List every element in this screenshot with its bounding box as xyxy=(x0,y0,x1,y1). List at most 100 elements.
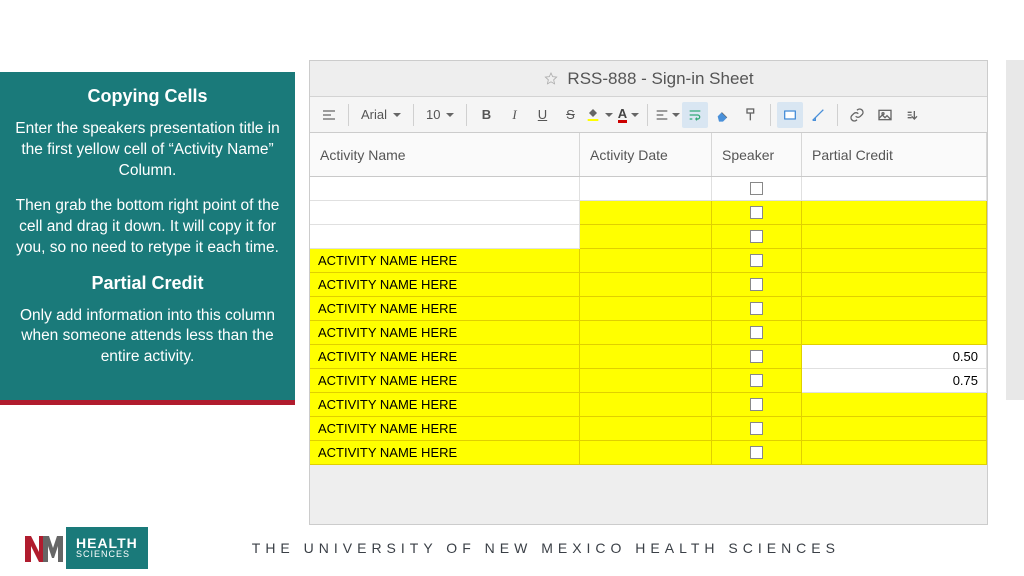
font-family-dropdown[interactable]: Arial xyxy=(355,102,407,128)
cell-speaker[interactable] xyxy=(712,393,802,417)
cell-speaker[interactable] xyxy=(712,273,802,297)
checkbox-icon[interactable] xyxy=(750,206,763,219)
cell-partial-credit[interactable] xyxy=(802,249,987,273)
borders-button[interactable] xyxy=(805,102,831,128)
header-speaker[interactable]: Speaker xyxy=(712,133,802,176)
link-button[interactable] xyxy=(844,102,870,128)
cell-activity-name[interactable] xyxy=(310,201,580,225)
spreadsheet-window: RSS-888 - Sign-in Sheet Arial 10 B I U S xyxy=(309,60,988,525)
footer-text: THE UNIVERSITY OF NEW MEXICO HEALTH SCIE… xyxy=(148,540,1024,556)
cell-speaker[interactable] xyxy=(712,321,802,345)
bold-button[interactable]: B xyxy=(473,102,499,128)
image-button[interactable] xyxy=(872,102,898,128)
scrollbar-thumb[interactable] xyxy=(1006,60,1024,400)
checkbox-icon[interactable] xyxy=(750,182,763,195)
checkbox-icon[interactable] xyxy=(750,398,763,411)
cell-activity-name[interactable]: ACTIVITY NAME HERE xyxy=(310,441,580,465)
insert-button[interactable] xyxy=(900,102,926,128)
checkbox-icon[interactable] xyxy=(750,230,763,243)
cell-speaker[interactable] xyxy=(712,297,802,321)
cell-partial-credit[interactable] xyxy=(802,273,987,297)
cell-partial-credit[interactable]: 0.75 xyxy=(802,369,987,393)
cell-activity-date[interactable] xyxy=(580,369,712,393)
checkbox-icon[interactable] xyxy=(750,302,763,315)
checkbox-icon[interactable] xyxy=(750,350,763,363)
header-activity-date[interactable]: Activity Date xyxy=(580,133,712,176)
cell-activity-name[interactable] xyxy=(310,225,580,249)
cell-speaker[interactable] xyxy=(712,369,802,393)
checkbox-icon[interactable] xyxy=(750,446,763,459)
table-row: ACTIVITY NAME HERE xyxy=(310,273,987,297)
cell-speaker[interactable] xyxy=(712,345,802,369)
checkbox-icon[interactable] xyxy=(750,326,763,339)
cell-activity-name[interactable]: ACTIVITY NAME HERE xyxy=(310,417,580,441)
fill-color-button[interactable] xyxy=(585,102,613,128)
cell-partial-credit[interactable] xyxy=(802,321,987,345)
wrap-text-button[interactable] xyxy=(682,102,708,128)
unm-health-logo: HEALTH SCIENCES xyxy=(20,527,148,569)
cell-activity-date[interactable] xyxy=(580,441,712,465)
strikethrough-button[interactable]: S xyxy=(557,102,583,128)
checkbox-icon[interactable] xyxy=(750,254,763,267)
sidebar-copy-para2: Then grab the bottom right point of the … xyxy=(14,196,281,259)
cell-activity-date[interactable] xyxy=(580,177,712,201)
cell-partial-credit[interactable] xyxy=(802,393,987,417)
cell-partial-credit[interactable] xyxy=(802,177,987,201)
cell-partial-credit[interactable] xyxy=(802,201,987,225)
cell-activity-name[interactable]: ACTIVITY NAME HERE xyxy=(310,321,580,345)
cell-speaker[interactable] xyxy=(712,441,802,465)
cell-partial-credit[interactable] xyxy=(802,297,987,321)
cell-partial-credit[interactable] xyxy=(802,225,987,249)
table-row: ACTIVITY NAME HERE 0.75 xyxy=(310,369,987,393)
text-color-button[interactable]: A xyxy=(615,102,641,128)
cell-activity-date[interactable] xyxy=(580,273,712,297)
star-icon[interactable] xyxy=(543,71,559,87)
sheet-rows: ACTIVITY NAME HEREACTIVITY NAME HEREACTI… xyxy=(310,177,987,465)
table-row: ACTIVITY NAME HERE xyxy=(310,441,987,465)
cell-partial-credit[interactable] xyxy=(802,417,987,441)
cell-speaker[interactable] xyxy=(712,225,802,249)
table-row xyxy=(310,201,987,225)
cell-activity-name[interactable]: ACTIVITY NAME HERE xyxy=(310,273,580,297)
cell-activity-date[interactable] xyxy=(580,249,712,273)
table-row: ACTIVITY NAME HERE 0.50 xyxy=(310,345,987,369)
cell-activity-name[interactable]: ACTIVITY NAME HERE xyxy=(310,297,580,321)
sheet-title-bar: RSS-888 - Sign-in Sheet xyxy=(310,61,987,97)
cell-speaker[interactable] xyxy=(712,249,802,273)
cell-activity-date[interactable] xyxy=(580,417,712,441)
cell-speaker[interactable] xyxy=(712,177,802,201)
checkbox-icon[interactable] xyxy=(750,278,763,291)
indent-left-icon[interactable] xyxy=(316,102,342,128)
table-row: ACTIVITY NAME HERE xyxy=(310,249,987,273)
header-activity-name[interactable]: Activity Name xyxy=(310,133,580,176)
underline-button[interactable]: U xyxy=(529,102,555,128)
table-row: ACTIVITY NAME HERE xyxy=(310,393,987,417)
checkbox-icon[interactable] xyxy=(750,422,763,435)
cell-activity-date[interactable] xyxy=(580,225,712,249)
cell-activity-date[interactable] xyxy=(580,393,712,417)
italic-button[interactable]: I xyxy=(501,102,527,128)
clear-format-button[interactable] xyxy=(710,102,736,128)
merge-cells-button[interactable] xyxy=(777,102,803,128)
cell-partial-credit[interactable]: 0.50 xyxy=(802,345,987,369)
cell-activity-date[interactable] xyxy=(580,345,712,369)
sidebar-heading-copying: Copying Cells xyxy=(14,86,281,107)
cell-activity-name[interactable]: ACTIVITY NAME HERE xyxy=(310,393,580,417)
cell-partial-credit[interactable] xyxy=(802,441,987,465)
table-row: ACTIVITY NAME HERE xyxy=(310,417,987,441)
cell-activity-name[interactable]: ACTIVITY NAME HERE xyxy=(310,345,580,369)
font-size-dropdown[interactable]: 10 xyxy=(420,102,460,128)
cell-activity-name[interactable]: ACTIVITY NAME HERE xyxy=(310,369,580,393)
header-partial-credit[interactable]: Partial Credit xyxy=(802,133,987,176)
cell-activity-date[interactable] xyxy=(580,321,712,345)
cell-activity-name[interactable] xyxy=(310,177,580,201)
checkbox-icon[interactable] xyxy=(750,374,763,387)
cell-activity-name[interactable]: ACTIVITY NAME HERE xyxy=(310,249,580,273)
format-paint-button[interactable] xyxy=(738,102,764,128)
align-left-button[interactable] xyxy=(654,102,680,128)
footer: HEALTH SCIENCES THE UNIVERSITY OF NEW ME… xyxy=(0,520,1024,576)
cell-speaker[interactable] xyxy=(712,201,802,225)
cell-activity-date[interactable] xyxy=(580,297,712,321)
cell-activity-date[interactable] xyxy=(580,201,712,225)
cell-speaker[interactable] xyxy=(712,417,802,441)
